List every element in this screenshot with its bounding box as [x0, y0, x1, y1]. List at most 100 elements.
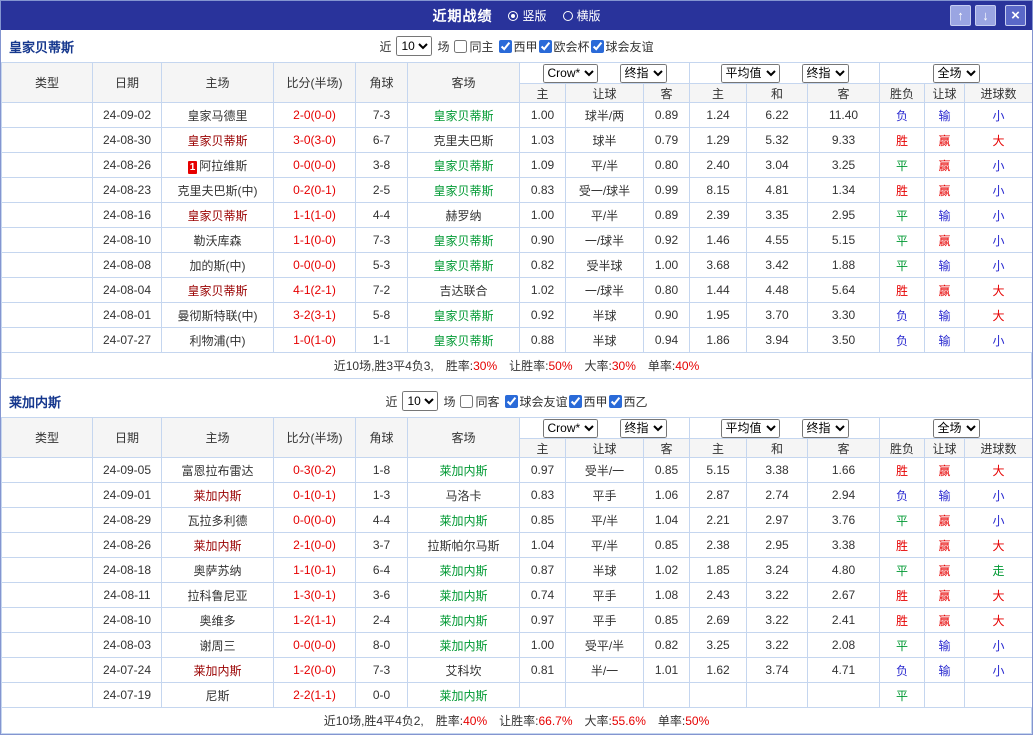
close-button[interactable]: × [1005, 5, 1026, 26]
asian-source-select[interactable]: Crow* [543, 419, 598, 438]
asian-home-odds: 1.00 [520, 203, 566, 228]
recent-count-select[interactable]: 10 [396, 36, 432, 56]
league-checkbox[interactable] [569, 395, 582, 408]
home-team-cell: 奥维多 [162, 608, 274, 633]
result-goals: 小 [965, 483, 1033, 508]
league-filter[interactable]: 西乙 [609, 393, 648, 410]
column-subheader: 胜负 [880, 439, 925, 458]
euro-source-select[interactable]: 平均值 [721, 419, 780, 438]
league-filter[interactable]: 西甲 [499, 38, 538, 55]
league-filters: 西甲欧会杯球会友谊 [499, 38, 654, 55]
league-checkbox[interactable] [539, 40, 552, 53]
away-team-cell: 皇家贝蒂斯 [408, 253, 520, 278]
result-outcome: 胜 [880, 458, 925, 483]
result-outcome: 胜 [880, 278, 925, 303]
column-header: 类型 [2, 418, 93, 458]
league-filter-label: 西甲 [584, 393, 608, 410]
euro-away-odds: 4.80 [808, 558, 880, 583]
result-handicap: 赢 [925, 458, 965, 483]
same-venue-label: 同主 [469, 38, 493, 55]
date-cell: 24-08-26 [93, 533, 162, 558]
panel-down-button[interactable]: ↓ [975, 5, 996, 26]
result-outcome: 负 [880, 658, 925, 683]
asian-source-select[interactable]: 终指 [620, 419, 667, 438]
summary-stat-label: 让胜率: [509, 357, 548, 374]
summary-stat: 让胜率:66.7% [499, 712, 572, 729]
euro-odds-group-header: 平均值 终指 [690, 418, 880, 439]
result-goals: 大 [965, 128, 1033, 153]
result-handicap: 赢 [925, 153, 965, 178]
euro-away-odds: 4.71 [808, 658, 880, 683]
match-row: 球会友谊24-08-10勒沃库森1-1(0-0)7-3皇家贝蒂斯0.90一/球半… [2, 228, 1033, 253]
recent-count-select[interactable]: 10 [402, 391, 438, 411]
score-cell: 1-1(1-0) [274, 203, 356, 228]
corner-cell: 2-5 [356, 178, 408, 203]
euro-source-select[interactable]: 平均值 [721, 64, 780, 83]
euro-home-odds: 1.62 [690, 658, 747, 683]
asian-away-odds: 1.08 [644, 583, 690, 608]
vertical-layout-radio[interactable]: 竖版 [508, 7, 546, 24]
asian-home-odds: 0.83 [520, 483, 566, 508]
summary-stat: 胜率:40% [436, 712, 487, 729]
horizontal-layout-radio[interactable]: 横版 [563, 7, 601, 24]
result-odds-group-header: 全场 [880, 63, 1033, 84]
result-handicap: 输 [925, 253, 965, 278]
league-filter[interactable]: 西甲 [569, 393, 608, 410]
match-row: 球会友谊24-08-03谢周三0-0(0-0)8-0莱加内斯1.00受平/半0.… [2, 633, 1033, 658]
column-header: 角球 [356, 418, 408, 458]
asian-source-select[interactable]: 终指 [620, 64, 667, 83]
euro-draw-odds: 3.24 [747, 558, 808, 583]
league-filter[interactable]: 球会友谊 [505, 393, 568, 410]
same-venue-checkbox[interactable] [460, 395, 473, 408]
away-team-cell: 莱加内斯 [408, 608, 520, 633]
result-outcome: 胜 [880, 583, 925, 608]
result-handicap: 赢 [925, 558, 965, 583]
score-cell: 4-1(2-1) [274, 278, 356, 303]
asian-source-select[interactable]: Crow* [543, 64, 598, 83]
asian-away-odds: 0.85 [644, 533, 690, 558]
column-subheader: 主 [690, 84, 747, 103]
column-subheader: 主 [520, 84, 566, 103]
result-outcome: 胜 [880, 128, 925, 153]
summary-stat-value: 40% [675, 359, 699, 373]
euro-home-odds: 1.86 [690, 328, 747, 353]
euro-source-select[interactable]: 终指 [802, 419, 849, 438]
euro-draw-odds: 3.94 [747, 328, 808, 353]
asian-home-odds: 0.74 [520, 583, 566, 608]
date-cell: 24-08-16 [93, 203, 162, 228]
corner-cell: 3-7 [356, 533, 408, 558]
league-filter[interactable]: 球会友谊 [591, 38, 654, 55]
euro-away-odds: 3.50 [808, 328, 880, 353]
match-row: 西甲24-09-02皇家马德里2-0(0-0)7-3皇家贝蒂斯1.00球半/两0… [2, 103, 1033, 128]
result-goals: 小 [965, 633, 1033, 658]
euro-source-select[interactable]: 终指 [802, 64, 849, 83]
league-badge: 球会友谊 [2, 328, 93, 353]
column-subheader: 主 [520, 439, 566, 458]
result-goals: 大 [965, 458, 1033, 483]
corner-cell: 4-4 [356, 508, 408, 533]
home-team-cell: 谢周三 [162, 633, 274, 658]
result-source-select[interactable]: 全场 [933, 419, 980, 438]
summary-stat-label: 胜率: [436, 712, 463, 729]
euro-home-odds: 2.69 [690, 608, 747, 633]
euro-away-odds: 1.66 [808, 458, 880, 483]
column-header: 客场 [408, 63, 520, 103]
score-cell: 0-1(0-1) [274, 483, 356, 508]
league-filter[interactable]: 欧会杯 [539, 38, 590, 55]
same-venue-checkbox[interactable] [454, 40, 467, 53]
panel-up-button[interactable]: ↑ [950, 5, 971, 26]
asian-home-odds: 0.92 [520, 303, 566, 328]
summary-stat: 大率:55.6% [585, 712, 646, 729]
same-venue-filter[interactable]: 同主 [454, 38, 493, 55]
euro-draw-odds: 3.70 [747, 303, 808, 328]
same-venue-filter[interactable]: 同客 [460, 393, 499, 410]
league-checkbox[interactable] [499, 40, 512, 53]
date-cell: 24-09-05 [93, 458, 162, 483]
score-cell: 1-0(1-0) [274, 328, 356, 353]
league-checkbox[interactable] [609, 395, 622, 408]
league-checkbox[interactable] [505, 395, 518, 408]
league-checkbox[interactable] [591, 40, 604, 53]
summary-stat-label: 大率: [585, 357, 612, 374]
score-cell: 1-1(0-1) [274, 558, 356, 583]
result-source-select[interactable]: 全场 [933, 64, 980, 83]
